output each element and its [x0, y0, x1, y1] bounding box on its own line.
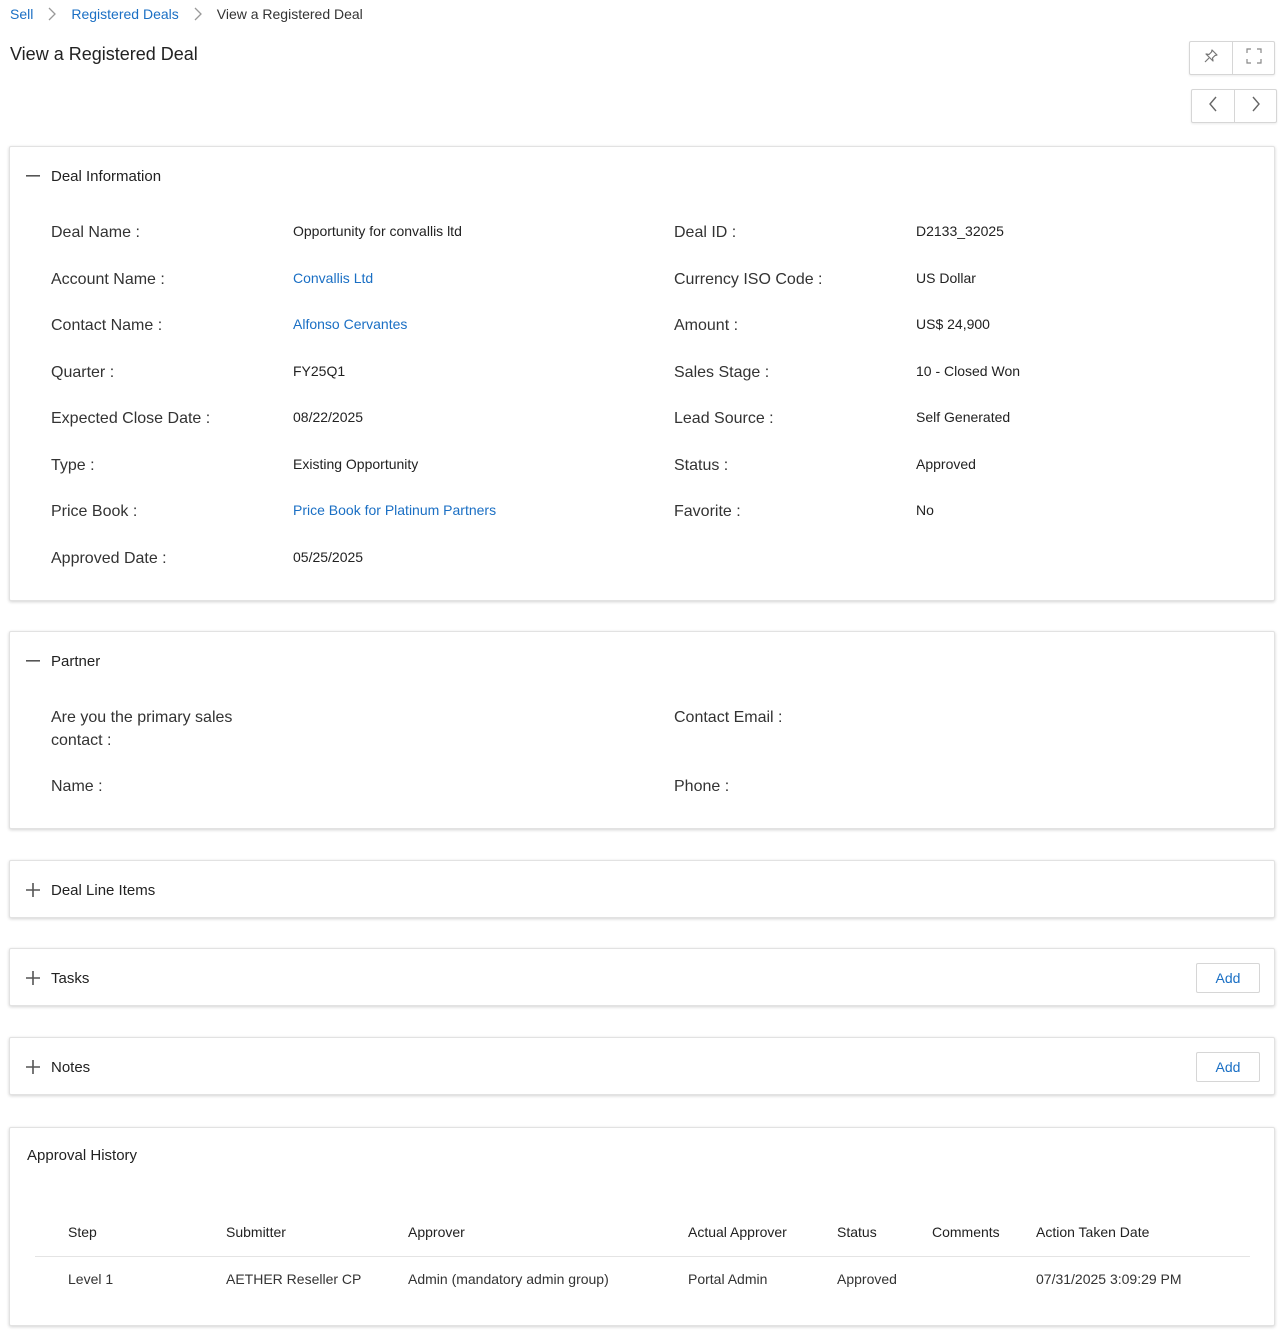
record-navigation	[1191, 89, 1277, 123]
price-book-label: Price Book :	[51, 503, 138, 520]
cell-actual-approver: Portal Admin	[688, 1271, 768, 1288]
plus-icon[interactable]	[26, 882, 51, 898]
approval-history-table: Step Submitter Approver Actual Approver …	[35, 1208, 1250, 1302]
lead-source-label: Lead Source :	[674, 410, 774, 427]
fullscreen-button[interactable]	[1232, 42, 1274, 74]
amount-value: US$ 24,900	[916, 316, 990, 332]
breadcrumb: Sell Registered Deals View a Registered …	[10, 5, 363, 23]
deal-id-value: D2133_32025	[916, 223, 1004, 239]
type-value: Existing Opportunity	[293, 456, 419, 472]
breadcrumb-current: View a Registered Deal	[216, 6, 363, 22]
contact-name-label: Contact Name :	[51, 317, 163, 334]
currency-iso-code-label: Currency ISO Code :	[674, 271, 823, 288]
currency-iso-code-value: US Dollar	[916, 270, 976, 286]
fullscreen-icon	[1245, 47, 1262, 69]
name-label: Name :	[51, 778, 103, 795]
tasks-header[interactable]: Tasks	[26, 949, 89, 1007]
deal-name-label: Deal Name :	[51, 224, 140, 241]
column-header-step: Step	[35, 1208, 193, 1257]
previous-record-button[interactable]	[1192, 90, 1234, 122]
column-header-comments: Comments	[899, 1208, 1003, 1257]
deal-information-title: Deal Information	[51, 167, 162, 185]
cell-action-taken-date: 07/31/2025 3:09:29 PM	[1036, 1271, 1182, 1288]
phone-label: Phone :	[674, 778, 730, 795]
minus-icon[interactable]	[26, 653, 51, 669]
cell-comments	[899, 1256, 1003, 1302]
status-value: Approved	[916, 456, 976, 472]
contact-email-label: Contact Email :	[674, 709, 783, 726]
deal-id-label: Deal ID :	[674, 224, 737, 241]
favorite-label: Favorite :	[674, 503, 741, 520]
chevron-right-icon	[1251, 96, 1261, 117]
primary-sales-contact-label: Are you the primary sales contact :	[51, 709, 233, 749]
column-header-status: Status	[804, 1208, 899, 1257]
approval-history-title: Approval History	[27, 1147, 138, 1164]
cell-submitter: AETHER Reseller CP	[226, 1271, 362, 1288]
account-name-label: Account Name :	[51, 271, 165, 288]
approved-date-label: Approved Date :	[51, 550, 167, 567]
price-book-link[interactable]: Price Book for Platinum Partners	[293, 499, 496, 522]
approval-history-panel: Approval History Step Submitter Approver…	[9, 1127, 1275, 1326]
page-title: View a Registered Deal	[10, 44, 198, 64]
sales-stage-label: Sales Stage :	[674, 364, 770, 381]
cell-status: Approved	[837, 1271, 897, 1288]
status-label: Status :	[674, 457, 729, 474]
column-header-actual-approver: Actual Approver	[655, 1208, 804, 1257]
amount-label: Amount :	[674, 317, 739, 334]
expected-close-date-label: Expected Close Date :	[51, 410, 211, 427]
quarter-value: FY25Q1	[293, 363, 346, 379]
deal-line-items-header[interactable]: Deal Line Items	[26, 861, 155, 919]
tasks-panel: Tasks Add	[9, 948, 1275, 1006]
view-controls	[1189, 41, 1275, 75]
pin-icon	[1203, 48, 1219, 69]
expected-close-date-value: 08/22/2025	[293, 409, 364, 425]
type-label: Type :	[51, 457, 95, 474]
column-header-action-taken-date: Action Taken Date	[1003, 1208, 1250, 1257]
lead-source-value: Self Generated	[916, 409, 1011, 425]
breadcrumb-sell[interactable]: Sell	[10, 6, 33, 22]
tasks-title: Tasks	[51, 969, 90, 987]
notes-title: Notes	[51, 1058, 91, 1076]
breadcrumb-separator-icon	[179, 7, 217, 21]
plus-icon[interactable]	[26, 970, 51, 986]
table-header-row: Step Submitter Approver Actual Approver …	[35, 1208, 1250, 1257]
add-note-button[interactable]: Add	[1196, 1052, 1260, 1082]
cell-step: Level 1	[68, 1271, 114, 1288]
partner-header[interactable]: Partner	[26, 632, 100, 690]
table-row: Level 1 AETHER Reseller CP Admin (mandat…	[35, 1256, 1250, 1302]
plus-icon[interactable]	[26, 1059, 51, 1075]
account-name-link[interactable]: Convallis Ltd	[293, 267, 373, 290]
column-header-submitter: Submitter	[193, 1208, 375, 1257]
chevron-left-icon	[1208, 96, 1218, 117]
sales-stage-value: 10 - Closed Won	[916, 363, 1021, 379]
approved-date-value: 05/25/2025	[293, 549, 364, 565]
cell-approver: Admin (mandatory admin group)	[408, 1271, 609, 1288]
quarter-label: Quarter :	[51, 364, 115, 381]
partner-panel: Partner Are you the primary sales contac…	[9, 631, 1275, 829]
add-task-button[interactable]: Add	[1196, 963, 1260, 993]
minus-icon[interactable]	[26, 168, 51, 184]
favorite-value: No	[916, 502, 934, 518]
breadcrumb-registered-deals[interactable]: Registered Deals	[71, 6, 178, 22]
contact-name-link[interactable]: Alfonso Cervantes	[293, 313, 407, 336]
deal-name-value: Opportunity for convallis ltd	[293, 223, 462, 239]
deal-line-items-panel: Deal Line Items	[9, 860, 1275, 918]
deal-line-items-title: Deal Line Items	[51, 881, 156, 899]
column-header-approver: Approver	[375, 1208, 655, 1257]
pin-button[interactable]	[1190, 42, 1232, 74]
deal-information-header[interactable]: Deal Information	[26, 147, 161, 205]
deal-information-panel: Deal Information Deal Name : Opportunity…	[9, 146, 1275, 601]
breadcrumb-separator-icon	[33, 7, 71, 21]
notes-header[interactable]: Notes	[26, 1038, 90, 1096]
partner-title: Partner	[51, 652, 101, 670]
notes-panel: Notes Add	[9, 1037, 1275, 1095]
next-record-button[interactable]	[1234, 90, 1276, 122]
